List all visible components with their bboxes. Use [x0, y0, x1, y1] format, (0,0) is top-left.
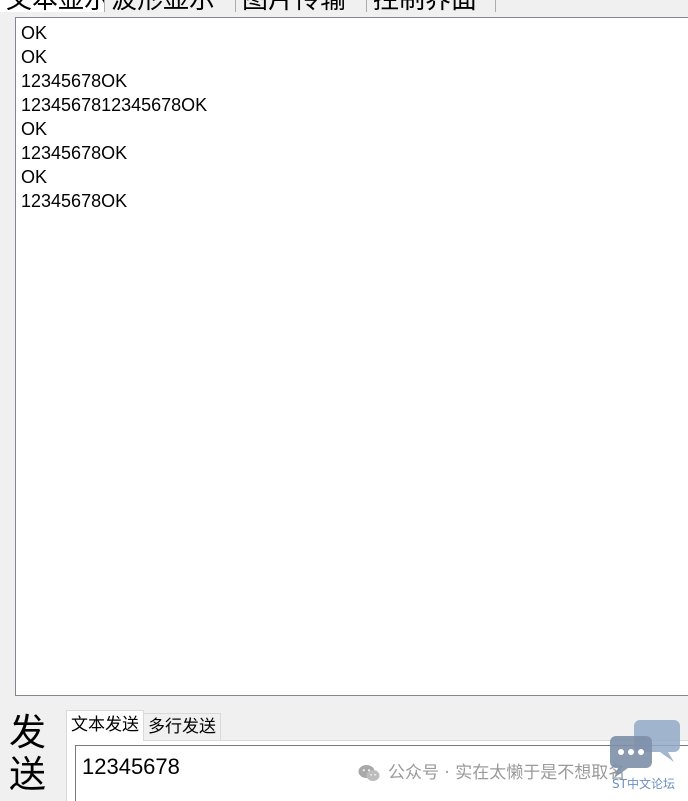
receive-line: OK: [21, 167, 48, 187]
receive-line: 12345678OK: [21, 191, 128, 211]
wechat-watermark: 公众号 · 实在太懒于是不想取名: [358, 761, 625, 785]
send-tab-bar: 文本发送 多行发送: [66, 710, 221, 741]
send-label-line: 发: [9, 711, 46, 754]
st-forum-watermark: ST中文论坛: [612, 777, 675, 791]
receive-line: OK: [21, 119, 48, 139]
wechat-icon: [358, 765, 380, 781]
receive-textarea[interactable]: OK OK 12345678OK 1234567812345678OK OK 1…: [15, 17, 688, 696]
receive-line: OK: [21, 23, 48, 43]
tab-waveform-display[interactable]: 波形显示: [104, 0, 236, 12]
send-label: 发 送: [9, 712, 53, 796]
wechat-watermark-text: 公众号 · 实在太懒于是不想取名: [388, 763, 626, 783]
top-tab-bar: 文本显示 波形显示 图片传输 控制界面: [0, 0, 496, 12]
serial-assistant-window: 文本显示 波形显示 图片传输 控制界面 OK OK 12345678OK 123…: [0, 0, 688, 801]
tab-multiline-send[interactable]: 多行发送: [143, 713, 221, 741]
tab-image-transfer[interactable]: 图片传输: [235, 0, 367, 12]
receive-line: 1234567812345678OK: [21, 95, 208, 115]
send-label-line: 送: [9, 753, 46, 796]
tab-text-display[interactable]: 文本显示: [0, 0, 105, 12]
tab-text-send[interactable]: 文本发送: [66, 710, 144, 741]
receive-line: 12345678OK: [21, 143, 128, 163]
tab-control-panel[interactable]: 控制界面: [366, 0, 496, 12]
receive-line: OK: [21, 47, 48, 67]
receive-line: 12345678OK: [21, 71, 128, 91]
chat-bubble-logo-icon: [610, 720, 680, 778]
